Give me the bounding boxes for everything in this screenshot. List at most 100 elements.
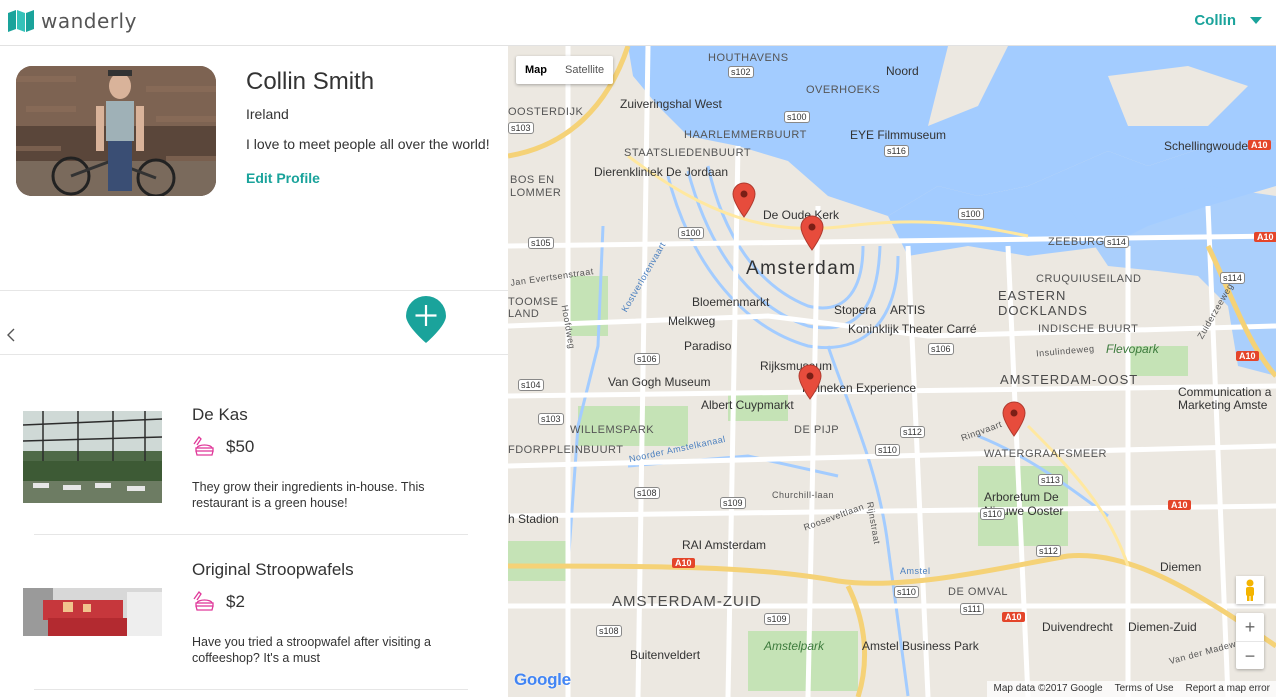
- brand-logo[interactable]: wanderly: [8, 9, 137, 33]
- road-tag: s109: [764, 613, 790, 625]
- profile-country: Ireland: [246, 106, 289, 122]
- road-tag: s110: [875, 444, 900, 456]
- place-description: Have you tried a stroopwafel after visit…: [192, 635, 432, 665]
- poi-label: ARTIS: [890, 303, 926, 317]
- road-tag: s109: [720, 497, 746, 509]
- zoom-out-button[interactable]: −: [1236, 641, 1264, 669]
- place-price: $2: [226, 592, 245, 611]
- map-attribution: Map data ©2017 Google Terms of Use Repor…: [987, 681, 1276, 697]
- road-tag: s100: [678, 227, 704, 239]
- map-label: DE PIJP: [794, 424, 840, 436]
- poi-label: Zuiveringshal West: [620, 97, 722, 111]
- poi-label: Koninklijk Theater Carré: [848, 322, 977, 336]
- poi-label: Albert Cuypmarkt: [701, 398, 794, 412]
- poi-label: Bloemenmarkt: [692, 295, 770, 309]
- divider: [0, 290, 508, 291]
- zoom-in-button[interactable]: +: [1236, 613, 1264, 641]
- map-label: CRUQUIUSEILAND: [1036, 273, 1142, 285]
- map-label: Diemen-Zuid: [1128, 620, 1197, 634]
- map-type-toggle: Map Satellite: [516, 56, 614, 84]
- poi-label: Amstelpark: [764, 639, 825, 653]
- map-label: FDORPPLEINBUURT: [508, 444, 624, 456]
- pegman-icon: [1246, 579, 1254, 601]
- map-label: WILLEMSPARK: [570, 424, 655, 436]
- map-label: ZEEBURG: [1048, 236, 1105, 248]
- user-name: Collin: [1194, 12, 1236, 29]
- profile-bio: I love to meet people all over the world…: [246, 136, 490, 152]
- place-description: They grow their ingredients in-house. Th…: [192, 480, 425, 510]
- map-label: EASTERN DOCKLANDS: [998, 288, 1088, 318]
- map-pin-icon[interactable]: [800, 215, 824, 251]
- map-label: BOS EN LOMMER: [510, 174, 562, 199]
- price-row: $50: [192, 436, 254, 458]
- street-label: Churchill-laan: [772, 490, 835, 500]
- profile-name: Collin Smith: [246, 68, 375, 95]
- map-label: Buitenveldert: [630, 648, 701, 662]
- map-label: HOUTHAVENS: [708, 52, 789, 64]
- google-logo[interactable]: Google: [514, 670, 571, 690]
- terms-of-use-link[interactable]: Terms of Use: [1109, 681, 1180, 697]
- map-pin-icon[interactable]: [1002, 401, 1026, 437]
- map-label: AMSTERDAM-ZUID: [612, 593, 762, 610]
- place-name: Original Stroopwafels: [192, 560, 354, 579]
- road-tag: s110: [980, 508, 1005, 520]
- google-wordmark: Google: [514, 670, 571, 689]
- divider: [34, 534, 468, 535]
- poi-label: Amstel Business Park: [862, 639, 979, 653]
- poi-label: Paradiso: [684, 339, 732, 353]
- chevron-down-icon: [1250, 17, 1262, 24]
- add-place-pin-button[interactable]: [405, 296, 447, 344]
- road-tag: s112: [1036, 545, 1061, 557]
- road-tag: s103: [538, 413, 564, 425]
- map-pin-icon[interactable]: [732, 182, 756, 218]
- road-tag: s103: [508, 122, 534, 134]
- report-map-error-link[interactable]: Report a map error: [1180, 681, 1276, 697]
- poi-label: Dierenkliniek De Jordaan: [594, 165, 729, 179]
- highway-tag: A10: [672, 558, 695, 568]
- street-view-pegman-icon[interactable]: [1236, 576, 1264, 604]
- food-icon: [193, 591, 214, 611]
- road-tag: s110: [894, 586, 919, 598]
- map-label: STAATSLIEDENBUURT: [624, 147, 752, 159]
- map-label: Schellingwoude: [1164, 139, 1249, 153]
- road-tag: s100: [784, 111, 810, 123]
- poi-label: EYE Filmmuseum: [850, 128, 947, 142]
- profile-panel: Collin Smith Ireland I love to meet peop…: [0, 46, 508, 697]
- map-label: Noord: [886, 64, 919, 78]
- map-label: OOSTERDIJK: [508, 106, 584, 118]
- map-type-map-button[interactable]: Map: [516, 56, 556, 84]
- poi-label: h Stadion: [508, 512, 559, 526]
- road-tag: s104: [518, 379, 544, 391]
- road-tag: s105: [528, 237, 554, 249]
- poi-label: Van Gogh Museum: [608, 375, 711, 389]
- map-type-satellite-button[interactable]: Satellite: [556, 56, 613, 84]
- road-tag: s102: [728, 66, 754, 78]
- street-label: Amstel: [900, 566, 931, 576]
- place-photo: [23, 411, 162, 503]
- road-tag: s114: [1220, 272, 1245, 284]
- poi-label: Melkweg: [668, 314, 716, 328]
- highway-tag: A10: [1248, 140, 1271, 150]
- road-tag: s114: [1104, 236, 1129, 248]
- map-view[interactable]: HOUTHAVENS OVERHOEKS Noord HAARLEMMERBUU…: [508, 46, 1276, 697]
- divider: [0, 354, 508, 355]
- road-tag: s113: [1038, 474, 1063, 486]
- road-tag: s116: [884, 145, 909, 157]
- brand-name: wanderly: [41, 9, 137, 33]
- edit-profile-link[interactable]: Edit Profile: [246, 170, 320, 186]
- highway-tag: A10: [1168, 500, 1191, 510]
- map-label: INDISCHE BUURT: [1038, 323, 1139, 335]
- avatar: [16, 66, 216, 196]
- poi-label: Communication a Marketing Amste: [1178, 386, 1272, 412]
- poi-label: Stopera: [834, 303, 877, 317]
- price-row: $2: [192, 591, 245, 613]
- map-label: DE OMVAL: [948, 586, 1009, 598]
- chevron-left-icon[interactable]: [6, 328, 16, 342]
- map-label: Diemen: [1160, 560, 1202, 574]
- map-pin-icon[interactable]: [798, 364, 822, 400]
- user-menu[interactable]: Collin: [1194, 12, 1262, 29]
- map-label: WATERGRAAFSMEER: [984, 448, 1108, 460]
- highway-tag: A10: [1002, 612, 1025, 622]
- food-icon: [193, 436, 214, 456]
- map-label: OVERHOEKS: [806, 84, 881, 96]
